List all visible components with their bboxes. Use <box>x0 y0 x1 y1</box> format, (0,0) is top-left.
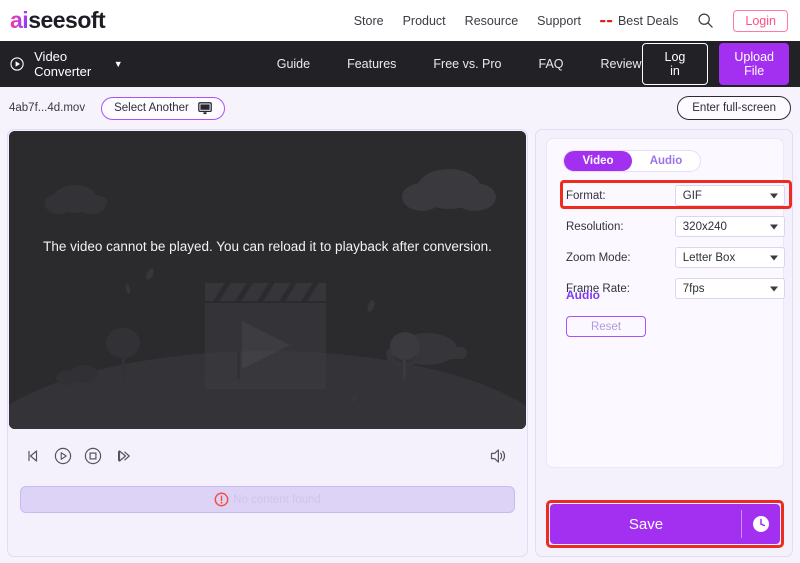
row-format: Format: GIF <box>547 183 785 208</box>
chevron-down-icon <box>770 224 778 229</box>
tab-guide[interactable]: Guide <box>277 57 310 71</box>
select-another-label: Select Another <box>114 102 189 114</box>
upload-file-button[interactable]: Upload File <box>719 43 789 85</box>
product-brand[interactable]: Video Converter ▼ <box>9 49 123 79</box>
file-name-label: 4ab7f...4d.mov <box>9 102 86 114</box>
tab-features[interactable]: Features <box>347 57 396 71</box>
file-toolbar: 4ab7f...4d.mov Select Another Enter full… <box>0 87 800 129</box>
app-page: ai seesoft Store Product Resource Support… <box>0 0 800 563</box>
zoom-mode-select[interactable]: Letter Box <box>674 247 785 268</box>
format-label: Format: <box>566 189 606 202</box>
tab-free-vs-pro[interactable]: Free vs. Pro <box>433 57 501 71</box>
save-divider <box>741 510 742 538</box>
site-nav: Store Product Resource Support Best Deal… <box>354 9 800 32</box>
deal-tag-icon <box>599 19 613 22</box>
site-header: ai seesoft Store Product Resource Support… <box>0 0 800 41</box>
video-player-card: The video cannot be played. You can relo… <box>7 129 528 557</box>
product-nav-actions: Log in Upload File <box>641 43 800 85</box>
play-circle-icon <box>10 57 24 71</box>
tab-video[interactable]: Video <box>564 151 632 171</box>
tab-faq[interactable]: FAQ <box>539 57 564 71</box>
media-type-tabs: Video Audio <box>563 150 701 172</box>
video-placeholder-illustration <box>9 131 526 429</box>
format-select[interactable]: GIF <box>674 185 785 206</box>
enter-fullscreen-button[interactable]: Enter full-screen <box>677 96 791 120</box>
login-button[interactable]: Login <box>733 9 788 32</box>
aiseesoft-logo[interactable]: ai seesoft <box>10 7 106 33</box>
row-resolution: Resolution: 320x240 <box>547 214 785 239</box>
product-nav-bar: Video Converter ▼ Guide Features Free vs… <box>0 41 800 87</box>
chevron-down-icon <box>770 255 778 260</box>
zoom-mode-value: Letter Box <box>682 251 736 264</box>
save-button-wrap: Save <box>550 504 780 544</box>
resolution-label: Resolution: <box>566 220 624 233</box>
chevron-down-icon[interactable]: ▼ <box>114 59 123 69</box>
clock-icon[interactable] <box>751 514 771 534</box>
no-content-bar: No content found <box>20 486 515 513</box>
stop-icon[interactable] <box>82 445 104 467</box>
video-preview[interactable]: The video cannot be played. You can relo… <box>9 131 526 429</box>
save-button[interactable]: Save <box>550 504 780 544</box>
nav-store[interactable]: Store <box>354 14 384 28</box>
tab-audio[interactable]: Audio <box>632 151 700 171</box>
zoom-mode-label: Zoom Mode: <box>566 251 631 264</box>
frame-rate-select[interactable]: 7fps <box>674 278 785 299</box>
save-label: Save <box>628 515 664 533</box>
reset-button[interactable]: Reset <box>566 316 646 337</box>
play-icon[interactable] <box>52 445 74 467</box>
resolution-value: 320x240 <box>682 220 727 233</box>
row-zoom-mode: Zoom Mode: Letter Box <box>547 245 785 270</box>
logo-ai-text: ai <box>10 7 29 33</box>
product-brand-label: Video Converter <box>34 49 92 79</box>
player-controls <box>8 435 527 477</box>
product-nav-links: Guide Features Free vs. Pro FAQ Review <box>277 57 642 71</box>
search-icon[interactable] <box>697 12 714 29</box>
tab-review[interactable]: Review <box>601 57 642 71</box>
logo-seesoft-text: seesoft <box>28 7 106 33</box>
chevron-down-icon <box>770 193 778 198</box>
nav-best-deals[interactable]: Best Deals <box>599 13 679 28</box>
resolution-select[interactable]: 320x240 <box>674 216 785 237</box>
warning-icon <box>214 492 229 507</box>
nav-resource[interactable]: Resource <box>465 14 519 28</box>
nav-product[interactable]: Product <box>403 14 446 28</box>
forward-icon[interactable] <box>112 445 134 467</box>
select-another-button[interactable]: Select Another <box>101 96 225 120</box>
log-in-button[interactable]: Log in <box>641 43 709 85</box>
best-deals-label: Best Deals <box>617 13 679 28</box>
volume-icon[interactable] <box>487 445 509 467</box>
settings-card: Video Audio Format: GIF Resolution: 320x… <box>546 138 792 468</box>
monitor-icon <box>198 101 212 114</box>
nav-support[interactable]: Support <box>537 14 581 28</box>
format-value: GIF <box>682 189 702 202</box>
settings-panel: Video Audio Format: GIF Resolution: 320x… <box>535 129 793 557</box>
previous-icon[interactable] <box>22 445 44 467</box>
frame-rate-value: 7fps <box>682 282 705 295</box>
audio-section-heading: Audio <box>566 288 600 302</box>
chevron-down-icon <box>770 286 778 291</box>
video-error-message: The video cannot be played. You can relo… <box>43 239 492 254</box>
no-content-label: No content found <box>233 493 321 506</box>
